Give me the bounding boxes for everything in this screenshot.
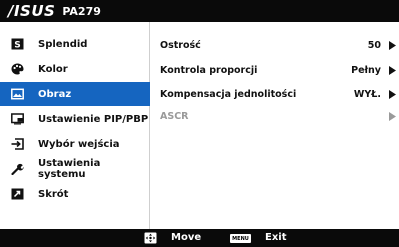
joystick-move-icon <box>144 232 157 244</box>
pip-pbp-icon <box>11 113 24 125</box>
setting-row-uniformity-compensation[interactable]: Kompensacja jednolitości WYŁ. <box>160 86 396 102</box>
svg-text:S: S <box>14 41 20 51</box>
setting-value: WYŁ. <box>353 88 381 100</box>
settings-panel: Ostrość 50 Kontrola proporcji Pełny Komp… <box>151 22 399 229</box>
setting-label: Ostrość <box>160 39 201 51</box>
sidebar-item-label: Obraz <box>38 88 72 100</box>
sidebar-item-system-settings[interactable]: Ustawienia systemu <box>0 157 150 181</box>
sidebar-item-label: Splendid <box>38 38 88 50</box>
arrow-right-icon <box>389 40 396 50</box>
sidebar-item-shortcut[interactable]: Skrót <box>0 182 150 206</box>
sidebar-item-label: Kolor <box>38 63 68 75</box>
sidebar-item-label: Ustawienia systemu <box>38 158 101 180</box>
header-bar: /ISUS PA279 <box>0 0 399 22</box>
sidebar-item-input[interactable]: Wybór wejścia <box>0 132 150 156</box>
wrench-icon <box>11 163 24 175</box>
sidebar-item-label: Skrót <box>38 188 69 200</box>
setting-label: Kontrola proporcji <box>160 64 258 76</box>
sidebar-item-label: Ustawienie PIP/PBP <box>38 113 149 125</box>
setting-row-ascr: ASCR <box>160 108 396 124</box>
sidebar: S Splendid Kolor Obraz Ustawienie PIP/PB… <box>0 22 150 229</box>
osd-menu: /ISUS PA279 S Splendid Kolor Obraz Ustaw… <box>0 0 399 247</box>
arrow-right-icon <box>389 89 396 99</box>
sidebar-item-label: Wybór wejścia <box>38 138 120 150</box>
move-label: Move <box>171 232 202 243</box>
sidebar-item-pip-pbp[interactable]: Ustawienie PIP/PBP <box>0 107 150 131</box>
setting-value: Pełny <box>351 64 381 76</box>
brand-logo: /ISUS <box>8 2 56 20</box>
model-name: PA279 <box>62 4 101 18</box>
palette-icon <box>11 63 24 75</box>
setting-label: ASCR <box>160 110 189 122</box>
footer-bar: Move MENU Exit <box>0 229 399 247</box>
shortcut-icon <box>11 188 24 200</box>
exit-label: Exit <box>265 232 287 243</box>
sidebar-item-kolor[interactable]: Kolor <box>0 57 150 81</box>
image-icon <box>11 88 24 100</box>
input-icon <box>11 138 24 150</box>
setting-value: 50 <box>367 39 381 51</box>
arrow-right-icon <box>389 111 396 121</box>
splendid-icon: S <box>11 38 24 50</box>
setting-row-sharpness[interactable]: Ostrość 50 <box>160 37 396 53</box>
setting-label: Kompensacja jednolitości <box>160 88 297 100</box>
sidebar-item-splendid[interactable]: S Splendid <box>0 32 150 56</box>
arrow-right-icon <box>389 65 396 75</box>
sidebar-item-obraz[interactable]: Obraz <box>0 82 150 106</box>
menu-key-icon: MENU <box>230 234 251 243</box>
setting-row-aspect-control[interactable]: Kontrola proporcji Pełny <box>160 62 396 78</box>
